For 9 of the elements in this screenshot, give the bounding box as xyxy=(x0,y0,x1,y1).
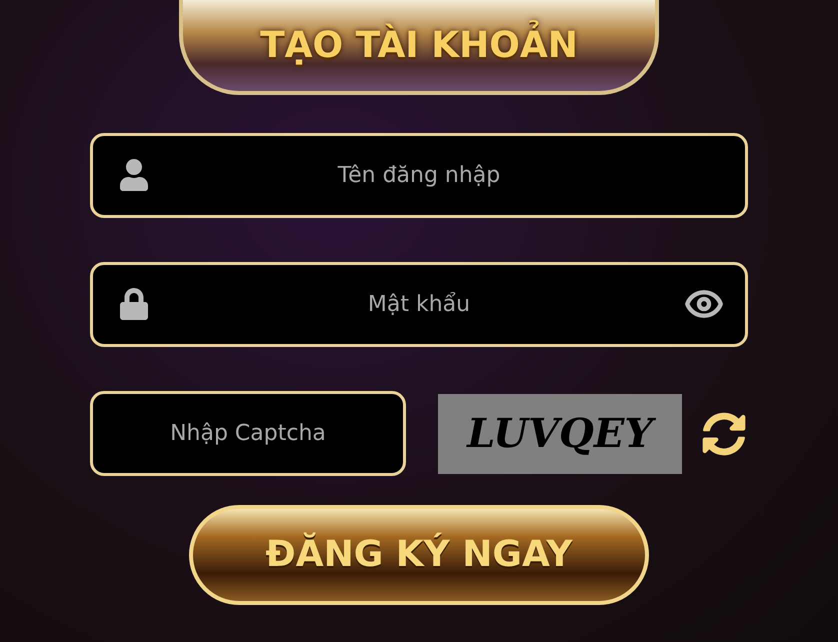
lock-icon xyxy=(118,288,150,320)
title-banner: TẠO TÀI KHOẢN xyxy=(179,0,659,95)
register-button[interactable]: ĐĂNG KÝ NGAY xyxy=(189,505,649,605)
captcha-image: LUVQEY xyxy=(438,394,682,474)
username-field[interactable]: Tên đăng nhập xyxy=(90,133,748,218)
refresh-icon[interactable] xyxy=(702,412,746,456)
password-field[interactable]: Mật khẩu xyxy=(90,262,748,347)
captcha-field[interactable]: Nhập Captcha xyxy=(90,391,406,476)
user-icon xyxy=(118,159,150,191)
